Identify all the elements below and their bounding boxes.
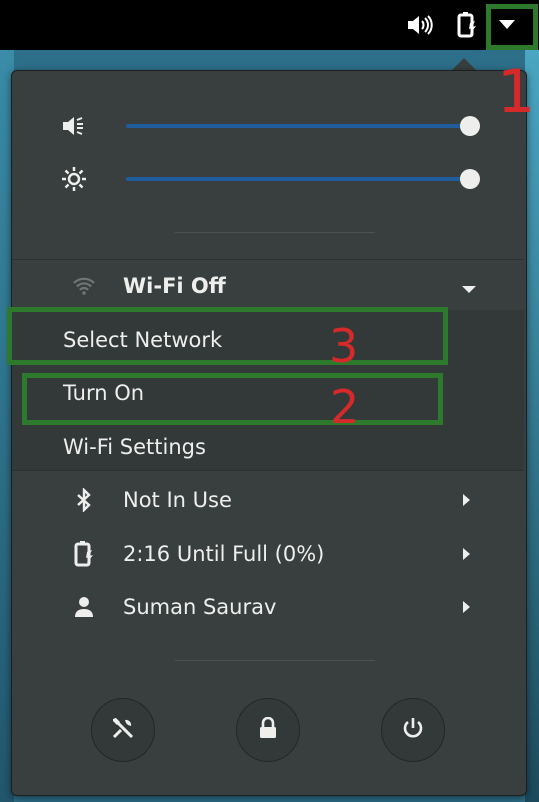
annotation-number-1: 1 xyxy=(497,57,536,127)
chevron-down-icon xyxy=(462,286,476,293)
user-name-label: Suman Saurav xyxy=(123,595,277,619)
bluetooth-icon xyxy=(70,485,98,515)
menu-pointer xyxy=(452,58,476,70)
separator xyxy=(12,470,524,471)
bluetooth-status-label: Not In Use xyxy=(123,488,232,512)
separator xyxy=(12,259,524,260)
wifi-icon xyxy=(70,271,98,301)
power-off-button[interactable] xyxy=(381,698,445,762)
annotation-box-3 xyxy=(7,307,448,365)
power-status-label: 2:16 Until Full (0%) xyxy=(123,542,325,566)
volume-slider[interactable] xyxy=(60,111,485,141)
lock-button[interactable] xyxy=(236,698,300,762)
speaker-icon xyxy=(60,111,88,141)
wifi-settings-item[interactable]: Wi-Fi Settings xyxy=(63,432,206,462)
wifi-status-label: Wi-Fi Off xyxy=(123,274,226,298)
chevron-right-icon xyxy=(463,548,470,560)
annotation-box-2 xyxy=(22,373,443,425)
power-icon xyxy=(402,717,424,743)
annotation-number-2: 2 xyxy=(330,380,360,434)
annotation-number-3: 3 xyxy=(329,319,359,373)
volume-slider-track[interactable] xyxy=(126,124,471,128)
settings-icon xyxy=(111,716,135,744)
chevron-right-icon xyxy=(463,601,470,613)
volume-icon[interactable] xyxy=(405,10,435,40)
brightness-icon xyxy=(60,164,88,194)
settings-button[interactable] xyxy=(91,698,155,762)
brightness-slider-track[interactable] xyxy=(126,177,471,181)
desktop-background-right xyxy=(525,50,539,802)
brightness-slider[interactable] xyxy=(60,164,485,194)
top-bar xyxy=(0,0,539,50)
brightness-slider-handle[interactable] xyxy=(460,169,480,189)
annotation-box-1 xyxy=(486,4,538,50)
user-icon xyxy=(70,592,98,622)
separator xyxy=(175,660,375,661)
volume-slider-handle[interactable] xyxy=(460,116,480,136)
separator xyxy=(175,232,375,233)
chevron-right-icon xyxy=(463,494,470,506)
lock-icon xyxy=(259,716,277,743)
battery-icon xyxy=(70,539,98,569)
battery-icon[interactable] xyxy=(452,10,482,40)
